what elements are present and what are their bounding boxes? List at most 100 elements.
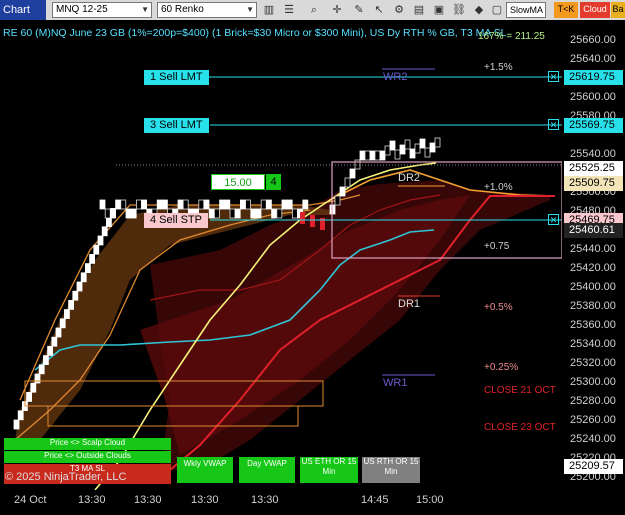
renko-up-brick (409, 148, 416, 159)
renko-down-brick (404, 139, 411, 150)
time-label: 14:45 (361, 494, 389, 506)
wkly-vwap-button[interactable]: Wkly VWAP (177, 457, 233, 483)
instrument-selector[interactable]: MNQ 12-25 ▼ (52, 2, 152, 18)
time-label: 13:30 (134, 494, 162, 506)
mid-price-tag: 25509.75 (564, 176, 623, 191)
renko-up-brick (255, 208, 262, 219)
data-box-icon[interactable]: ▢ (490, 3, 504, 17)
position-qty[interactable]: 4 (266, 174, 281, 190)
us-rth-or-button[interactable]: US RTH OR 15 Min (362, 457, 420, 483)
position-pnl[interactable]: 15.00 (211, 174, 265, 190)
renko-up-brick (80, 272, 87, 283)
renko-up-brick (203, 199, 210, 210)
renko-up-brick (156, 199, 163, 210)
renko-down-brick (104, 208, 111, 219)
wr1-label: WR1 (383, 377, 408, 389)
drawing-tool-icon[interactable]: ✎ (352, 3, 366, 17)
cloud-toggle[interactable]: Cloud (580, 2, 610, 18)
renko-down-brick (120, 199, 127, 210)
chart-plot-area[interactable] (0, 20, 562, 490)
close-icon[interactable]: ✕ (548, 214, 559, 225)
order-icon[interactable]: ◆ (472, 3, 486, 17)
renko-up-brick (64, 309, 70, 320)
renko-up-brick (43, 355, 49, 366)
pct-0-5-label: +0.5% (484, 302, 513, 313)
renko-up-brick (429, 142, 436, 153)
close-21-oct-label: CLOSE 21 OCT (484, 385, 556, 396)
pct-1-5-label: +1.5% (484, 62, 513, 73)
close-icon[interactable]: ✕ (548, 71, 559, 82)
price-label: 25640.00 (570, 53, 616, 65)
renko-down-brick (364, 150, 371, 161)
renko-up-brick (89, 253, 95, 264)
strategies-icon[interactable]: ⚙ (392, 3, 406, 17)
renko-up-brick (234, 208, 241, 219)
renko-up-brick (125, 208, 132, 219)
renko-down-brick (291, 208, 298, 219)
us-eth-or-button[interactable]: US ETH OR 15 Min (300, 457, 358, 483)
renko-down-brick (182, 199, 189, 210)
price-axis[interactable]: 25660.00 25640.00 25600.00 25580.00 25540.00… (562, 20, 625, 490)
bar-type-selector[interactable]: 60 Renko ▼ (157, 2, 257, 18)
day-vwap-button[interactable]: Day VWAP (239, 457, 295, 483)
zoom-icon[interactable]: ⌕ (307, 3, 321, 17)
renko-up-brick (72, 290, 79, 301)
time-label: 13:30 (78, 494, 106, 506)
renko-red-brick (300, 212, 305, 224)
outside-clouds-button[interactable]: Price <> Outside Clouds (4, 451, 171, 463)
window-title: Chart (0, 0, 46, 20)
link-icon[interactable]: ⛓ (452, 3, 466, 17)
properties-icon[interactable]: ☰ (282, 3, 296, 17)
sell-lmt-3-order[interactable]: 3 Sell LMT (144, 118, 209, 133)
renko-up-brick (359, 150, 366, 161)
renko-up-brick (97, 235, 104, 246)
crosshair-icon[interactable]: ✛ (330, 3, 344, 17)
camera-icon[interactable]: ▣ (432, 3, 446, 17)
tk-toggle[interactable]: T<K (554, 2, 578, 18)
dr1-label: DR1 (398, 298, 421, 310)
renko-up-brick (379, 150, 386, 161)
price-label: 25260.00 (570, 414, 616, 426)
slowma-button[interactable]: SlowMA (506, 2, 546, 18)
renko-up-brick (265, 199, 272, 210)
renko-up-brick (17, 410, 24, 421)
sell-stp-4-order[interactable]: 4 Sell STP (144, 213, 208, 228)
price-label: 25540.00 (570, 148, 616, 160)
renko-up-brick (99, 199, 106, 210)
close-icon[interactable]: ✕ (548, 119, 559, 130)
renko-down-brick (384, 145, 391, 156)
price-label: 25280.00 (570, 395, 616, 407)
renko-up-brick (339, 186, 346, 197)
chevron-down-icon: ▼ (141, 5, 149, 14)
renko-up-brick (271, 208, 278, 219)
sell-lmt-1-order[interactable]: 1 Sell LMT (144, 70, 209, 85)
pct-0-25-label: +0.25% (484, 362, 519, 373)
time-axis[interactable]: 24 Oct 13:30 13:30 13:30 13:30 14:45 15:… (0, 490, 562, 515)
bar-chart-icon[interactable]: ▥ (262, 3, 276, 17)
time-label: 24 Oct (14, 494, 47, 506)
chevron-down-icon: ▼ (246, 5, 254, 14)
ba-toggle[interactable]: Ba (611, 2, 625, 18)
price-label: 25420.00 (570, 262, 616, 274)
renko-up-brick (93, 244, 100, 255)
sell-lmt-1-price-tag: 25619.75 (564, 70, 623, 85)
renko-down-brick (344, 177, 351, 188)
renko-down-brick (276, 208, 283, 219)
renko-up-brick (161, 199, 168, 210)
renko-up-brick (239, 199, 246, 210)
renko-up-brick (30, 382, 37, 393)
renko-up-brick (68, 299, 74, 310)
pct-0-75-label: +0.75 (484, 241, 510, 252)
pct-1-0-label: +1.0% (484, 182, 513, 193)
renko-up-brick (219, 199, 226, 210)
renko-up-brick (115, 199, 121, 210)
time-label: 13:30 (251, 494, 279, 506)
pointer-icon[interactable]: ↖ (372, 3, 386, 17)
bar-type-value: 60 Renko (161, 4, 204, 15)
time-label: 15:00 (416, 494, 444, 506)
renko-up-brick (399, 144, 406, 155)
scalp-cloud-button[interactable]: Price <> Scalp Cloud (4, 438, 171, 450)
bar-chart-icon[interactable]: ▤ (412, 3, 426, 17)
renko-up-brick (302, 199, 309, 210)
bottom-price-tag: 25209.57 (564, 459, 623, 474)
